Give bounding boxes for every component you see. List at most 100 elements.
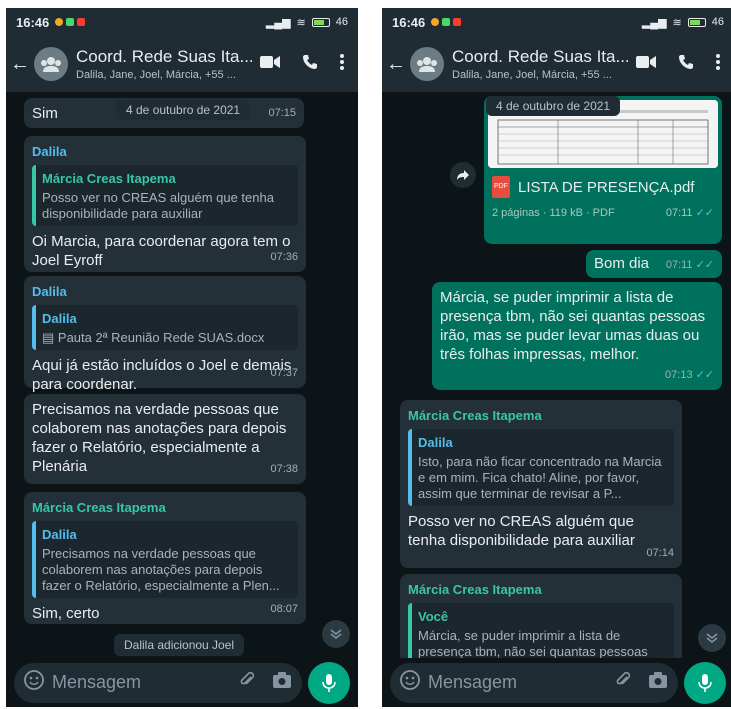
chat-title-block[interactable]: Coord. Rede Suas Ita... Dalila, Jane, Jo… (76, 47, 252, 81)
chat-title-block[interactable]: Coord. Rede Suas Ita... Dalila, Jane, Jo… (452, 47, 628, 81)
status-time: 16:46 (392, 14, 426, 30)
message-bubble[interactable]: Márcia Creas Itapema Dalila Isto, para n… (400, 400, 682, 568)
message-sender: Márcia Creas Itapema (408, 582, 542, 597)
camera-icon[interactable] (272, 671, 292, 694)
quoted-message[interactable]: Você Márcia, se puder imprimir a lista d… (408, 603, 674, 658)
chat-title: Coord. Rede Suas Ita... (452, 47, 628, 66)
message-time: 07:14 (646, 547, 674, 559)
back-arrow-icon[interactable]: ← (10, 53, 30, 76)
emoji-icon[interactable] (24, 670, 44, 695)
quoted-message[interactable]: Márcia Creas Itapema Posso ver no CREAS … (32, 165, 298, 226)
quoted-text: Precisamos na verdade pessoas que colabo… (42, 546, 280, 593)
message-list[interactable]: Sim 07:15 4 de outubro de 2021 Dalila Má… (6, 92, 358, 658)
quoted-message[interactable]: Dalila Isto, para não ficar concentrado … (408, 429, 674, 506)
attach-icon[interactable] (238, 671, 256, 694)
message-sender: Dalila (32, 144, 67, 159)
pdf-message[interactable]: PDF LISTA DE PRESENÇA.pdf 2 páginas · 11… (484, 96, 722, 244)
message-text: Aqui já estão incluídos o Joel e demais … (32, 357, 292, 393)
group-avatar-icon[interactable] (34, 47, 68, 81)
message-text: Posso ver no CREAS alguém que tenha disp… (408, 513, 635, 549)
message-bubble[interactable]: Márcia, se puder imprimir a lista de pre… (432, 282, 722, 390)
message-bubble[interactable]: Márcia Creas Itapema Você Márcia, se pud… (400, 574, 682, 658)
more-options-icon[interactable] (340, 53, 344, 75)
message-bubble[interactable]: Precisamos na verdade pessoas que colabo… (24, 394, 306, 484)
video-call-icon[interactable] (636, 55, 656, 74)
battery-level: 46 (335, 16, 348, 28)
group-avatar-icon[interactable] (410, 47, 444, 81)
message-bubble[interactable]: Márcia Creas Itapema Dalila Precisamos n… (24, 492, 306, 624)
more-options-icon[interactable] (716, 53, 720, 75)
message-time: 07:38 (270, 463, 298, 475)
message-text: Márcia, se puder imprimir a lista de pre… (440, 289, 706, 363)
chat-header: ← Coord. Rede Suas Ita... Dalila, Jane, … (382, 36, 731, 92)
status-time: 16:46 (16, 14, 50, 30)
message-text: Sim, certo (32, 605, 100, 622)
signal-icon: ▂▄▆ (641, 16, 667, 29)
message-input[interactable]: Mensagem (14, 662, 302, 703)
message-time: 07:15 (268, 107, 296, 119)
quoted-text: Isto, para não ficar concentrado na Marc… (418, 454, 662, 501)
double-check-icon: ✓✓ (695, 259, 714, 271)
pdf-filename: LISTA DE PRESENÇA.pdf (518, 178, 695, 196)
phone-call-icon[interactable] (302, 54, 318, 75)
date-separator: 4 de outubro de 2021 (486, 96, 621, 116)
status-right: ▂▄▆ ≋ 46 (642, 16, 724, 29)
message-bubble[interactable]: Dalila Márcia Creas Itapema Posso ver no… (24, 136, 306, 272)
phone-call-icon[interactable] (678, 54, 694, 75)
quoted-message[interactable]: Dalila Precisamos na verdade pessoas que… (32, 521, 298, 598)
quoted-text: Posso ver no CREAS alguém que tenha disp… (42, 190, 274, 221)
status-right: ▂▄▆ ≋ 46 (266, 16, 348, 29)
message-time: 07:11 (665, 207, 693, 219)
quoted-sender: Você (418, 609, 449, 624)
mic-icon[interactable] (684, 661, 726, 704)
battery-level: 46 (711, 16, 724, 28)
wifi-icon: ≋ (296, 16, 306, 29)
quoted-message[interactable]: Dalila ▤ Pauta 2ª Reunião Rede SUAS.docx (32, 305, 298, 350)
quoted-text: ▤ Pauta 2ª Reunião Rede SUAS.docx (42, 330, 292, 346)
double-check-icon: ✓✓ (695, 207, 714, 219)
status-bar: 16:46 ▂▄▆ ≋ 46 (382, 8, 731, 36)
message-input[interactable]: Mensagem (390, 662, 678, 703)
quoted-sender: Márcia Creas Itapema (42, 171, 176, 186)
mic-icon[interactable] (308, 661, 350, 704)
quoted-sender: Dalila (42, 527, 77, 542)
message-time: 08:07 (270, 603, 298, 615)
chat-participants: Dalila, Jane, Joel, Márcia, +55 ... (452, 69, 612, 81)
message-list[interactable]: PDF LISTA DE PRESENÇA.pdf 2 páginas · 11… (382, 92, 731, 658)
back-arrow-icon[interactable]: ← (386, 53, 406, 76)
notification-icons (55, 18, 86, 26)
message-bubble[interactable]: Bom dia 07:11 ✓✓ (586, 250, 722, 278)
phone-screen-left: 16:46 ▂▄▆ ≋ 46 ← Coord. Rede Suas Ita...… (6, 8, 358, 707)
signal-icon: ▂▄▆ (265, 16, 291, 29)
message-text: Oi Marcia, para coordenar agora tem o Jo… (32, 233, 291, 269)
message-time: 07:37 (270, 367, 298, 379)
quoted-file: Pauta 2ª Reunião Rede SUAS.docx (57, 330, 265, 345)
message-time: 07:13 (665, 369, 693, 381)
status-bar: 16:46 ▂▄▆ ≋ 46 (6, 8, 358, 36)
chat-header: ← Coord. Rede Suas Ita... Dalila, Jane, … (6, 36, 358, 92)
emoji-icon[interactable] (400, 670, 420, 695)
document-icon: ▤ (42, 330, 58, 345)
scroll-down-icon[interactable] (322, 620, 350, 648)
message-sender: Dalila (32, 284, 67, 299)
battery-icon (687, 17, 706, 27)
message-text: Sim (32, 105, 58, 122)
composer-bar: Mensagem (6, 658, 358, 707)
message-placeholder: Mensagem (52, 672, 142, 692)
double-check-icon: ✓✓ (695, 369, 714, 381)
chat-title: Coord. Rede Suas Ita... (76, 47, 252, 66)
share-icon[interactable] (450, 162, 476, 188)
wifi-icon: ≋ (672, 16, 682, 29)
date-separator: 4 de outubro de 2021 (116, 100, 251, 120)
video-call-icon[interactable] (260, 55, 280, 74)
attach-icon[interactable] (614, 671, 632, 694)
message-time: 07:36 (270, 251, 298, 263)
scroll-down-icon[interactable] (698, 624, 726, 652)
message-text: Bom dia (594, 255, 650, 272)
composer-bar: Mensagem (382, 658, 731, 707)
camera-icon[interactable] (648, 671, 668, 694)
message-bubble[interactable]: Dalila Dalila ▤ Pauta 2ª Reunião Rede SU… (24, 276, 306, 393)
quoted-sender: Dalila (418, 435, 453, 450)
battery-icon (311, 17, 330, 27)
message-text: Precisamos na verdade pessoas que colabo… (32, 401, 287, 475)
